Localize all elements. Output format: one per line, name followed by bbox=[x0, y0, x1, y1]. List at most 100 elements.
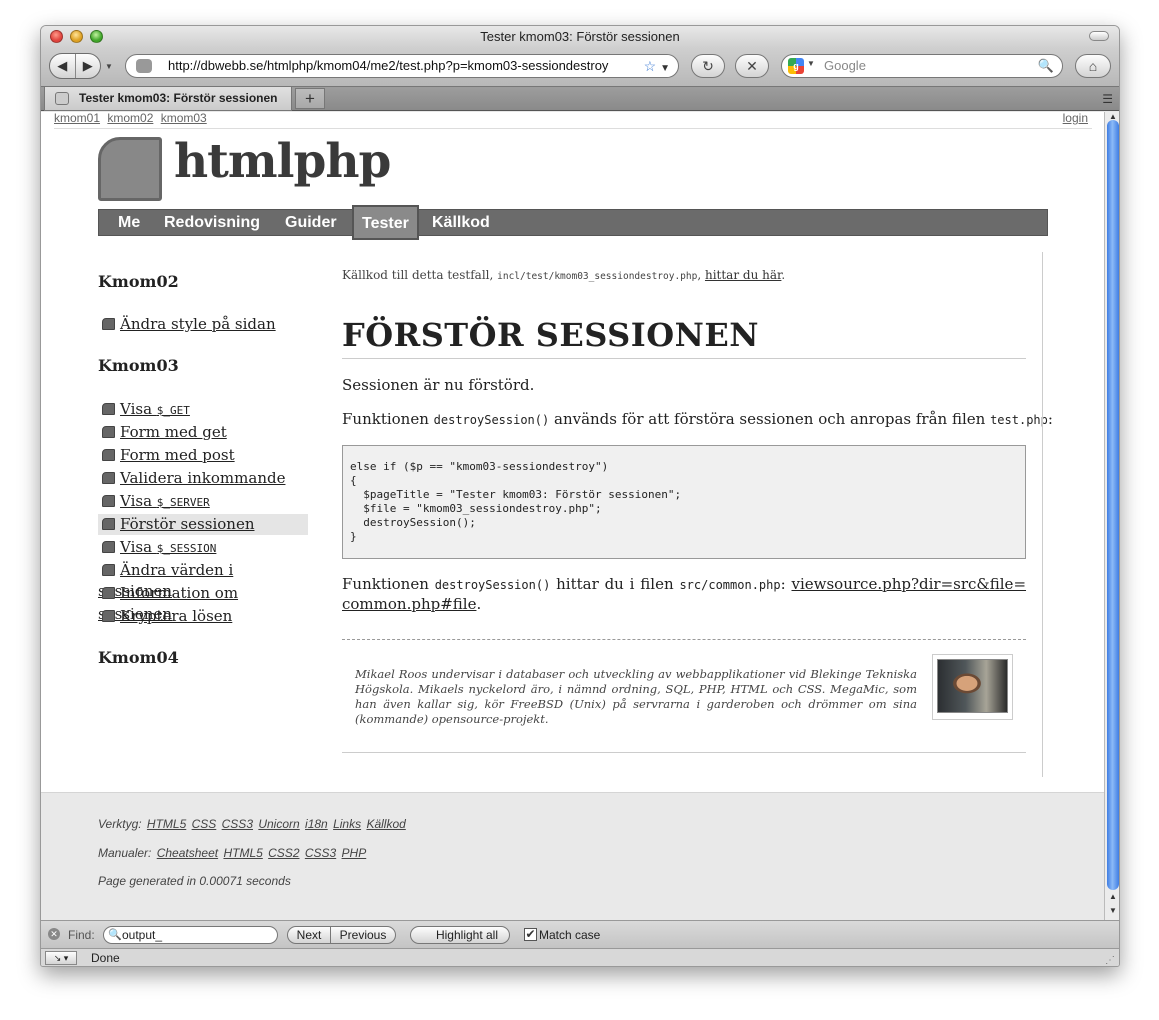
site-title[interactable]: htmlphp bbox=[174, 134, 391, 189]
status-bar: ↘ ▾ Done ⋰ bbox=[41, 948, 1119, 966]
page-content: kmom01 kmom02 kmom03 login htmlphp Me Re… bbox=[41, 112, 1104, 920]
url-dropdown-icon[interactable]: ▼ bbox=[660, 63, 670, 74]
match-case-checkbox[interactable]: ✔ bbox=[524, 928, 537, 941]
author-photo bbox=[932, 654, 1013, 720]
menu-item-tester[interactable]: Tester bbox=[352, 205, 419, 240]
home-button[interactable]: ⌂ bbox=[1075, 54, 1111, 78]
sidebar-item-andra-style[interactable]: Ändra style på sidan bbox=[98, 314, 308, 335]
column-divider bbox=[1042, 252, 1043, 777]
sidebar-item-information[interactable]: Information om sessionen bbox=[98, 583, 308, 623]
find-label: Find: bbox=[68, 928, 95, 942]
stop-button[interactable]: ✕ bbox=[735, 54, 769, 78]
topnav-link-kmom02[interactable]: kmom02 bbox=[107, 112, 153, 125]
footer-link-css3-manual[interactable]: CSS3 bbox=[305, 846, 336, 860]
sidebar-item-form-get[interactable]: Form med get bbox=[98, 422, 308, 443]
vertical-scrollbar[interactable]: ▲ ▲ ▼ bbox=[1104, 112, 1119, 920]
divider bbox=[342, 639, 1026, 640]
page-icon bbox=[102, 495, 115, 507]
page-icon bbox=[102, 541, 115, 553]
close-find-bar-icon[interactable]: ✕ bbox=[48, 928, 60, 940]
footer-link-unicorn[interactable]: Unicorn bbox=[258, 817, 299, 831]
reload-button[interactable]: ↻ bbox=[691, 54, 725, 78]
zoom-window-button[interactable] bbox=[90, 30, 103, 43]
site-logo-icon[interactable] bbox=[98, 137, 162, 201]
sidebar-item-visa-session[interactable]: Visa $_SESSION bbox=[98, 537, 308, 558]
page-icon bbox=[102, 403, 115, 415]
footer-link-css3[interactable]: CSS3 bbox=[222, 817, 253, 831]
code-block: else if ($p == "kmom03-sessiondestroy") … bbox=[342, 445, 1026, 559]
login-link[interactable]: login bbox=[1063, 112, 1088, 125]
footer-link-i18n[interactable]: i18n bbox=[305, 817, 328, 831]
menu-item-redovisning[interactable]: Redovisning bbox=[164, 210, 260, 235]
source-file: incl/test/kmom03_sessiondestroy.php bbox=[497, 271, 698, 282]
footer-link-html5-manual[interactable]: HTML5 bbox=[223, 846, 262, 860]
tab-bar: Tester kmom03: Förstör sessionen + ☰ bbox=[41, 86, 1119, 111]
sidebar-item-kryptera[interactable]: Kryptera lösen bbox=[98, 606, 308, 627]
menu-item-me[interactable]: Me bbox=[118, 210, 140, 235]
menu-item-kallkod[interactable]: Källkod bbox=[432, 210, 490, 235]
scroll-up-icon[interactable]: ▲ bbox=[1105, 892, 1119, 901]
footer-link-html5[interactable]: HTML5 bbox=[147, 817, 186, 831]
topnav-link-kmom03[interactable]: kmom03 bbox=[161, 112, 207, 125]
sidebar-item-forstor-sessionen[interactable]: Förstör sessionen bbox=[98, 514, 308, 535]
search-input[interactable]: Google bbox=[824, 55, 866, 77]
engine-dropdown-icon[interactable]: ▼ bbox=[807, 59, 815, 68]
find-previous-button[interactable]: Previous bbox=[330, 926, 396, 944]
page-icon bbox=[102, 472, 115, 484]
back-button[interactable]: ◀ bbox=[50, 54, 76, 78]
toolbar-toggle-button[interactable] bbox=[1089, 31, 1109, 41]
close-window-button[interactable] bbox=[50, 30, 63, 43]
resize-grip-icon[interactable]: ⋰ bbox=[1105, 951, 1115, 966]
footer-manuals: Manualer: Cheatsheet HTML5 CSS2 CSS3 PHP bbox=[98, 846, 367, 860]
page-icon bbox=[102, 564, 115, 576]
history-dropdown-icon[interactable]: ▼ bbox=[105, 62, 113, 71]
forward-button[interactable]: ▶ bbox=[76, 54, 101, 78]
page-icon bbox=[102, 610, 115, 622]
back-forward-group: ◀ ▶ bbox=[49, 53, 101, 79]
location-paragraph: Funktionen destroySession() hittar du i … bbox=[342, 575, 1027, 613]
footer-link-css2[interactable]: CSS2 bbox=[268, 846, 299, 860]
bookmark-star-icon[interactable]: ☆ bbox=[644, 58, 657, 74]
sidebar-item-andra-varden[interactable]: Ändra värden i sessionen bbox=[98, 560, 308, 600]
page-footer: Verktyg: HTML5 CSS CSS3 Unicorn i18n Lin… bbox=[41, 792, 1104, 920]
google-engine-icon[interactable]: g bbox=[788, 58, 804, 74]
footer-link-cheatsheet[interactable]: Cheatsheet bbox=[157, 846, 218, 860]
footer-link-kallkod[interactable]: Källkod bbox=[366, 817, 405, 831]
search-bar[interactable]: g ▼ Google 🔍 bbox=[781, 54, 1063, 78]
highlight-all-button[interactable]: Highlight all bbox=[410, 926, 510, 944]
url-text[interactable]: http://dbwebb.se/htmlphp/kmom04/me2/test… bbox=[168, 58, 608, 73]
minimize-window-button[interactable] bbox=[70, 30, 83, 43]
footer-link-css[interactable]: CSS bbox=[192, 817, 217, 831]
sidebar-item-validera[interactable]: Validera inkommande bbox=[98, 468, 308, 489]
function-paragraph: Funktionen destroySession() används för … bbox=[342, 410, 1053, 428]
sidebar-item-form-post[interactable]: Form med post bbox=[98, 445, 308, 466]
find-next-button[interactable]: Next bbox=[287, 926, 331, 944]
footer-link-php[interactable]: PHP bbox=[342, 846, 367, 860]
url-bar-icons: ☆ ▼ bbox=[641, 55, 670, 77]
divider bbox=[342, 752, 1026, 753]
scroll-down-icon[interactable]: ▼ bbox=[1105, 906, 1119, 915]
footer-tools: Verktyg: HTML5 CSS CSS3 Unicorn i18n Lin… bbox=[98, 817, 406, 831]
url-bar[interactable]: http://dbwebb.se/htmlphp/kmom04/me2/test… bbox=[125, 54, 679, 78]
tab-list-icon[interactable]: ☰ bbox=[1102, 92, 1113, 106]
new-tab-button[interactable]: + bbox=[295, 88, 325, 109]
footer-generated: Page generated in 0.00071 seconds bbox=[98, 874, 291, 888]
magnifier-icon: 🔍 bbox=[108, 929, 122, 941]
footer-link-links[interactable]: Links bbox=[333, 817, 361, 831]
status-paragraph: Sessionen är nu förstörd. bbox=[342, 376, 535, 394]
sidebar-item-visa-get[interactable]: Visa $_GET bbox=[98, 399, 308, 420]
page-icon bbox=[102, 426, 115, 438]
sidebar-item-visa-server[interactable]: Visa $_SERVER bbox=[98, 491, 308, 512]
page-icon bbox=[102, 318, 115, 330]
status-text: Done bbox=[91, 951, 120, 965]
topnav-link-kmom01[interactable]: kmom01 bbox=[54, 112, 100, 125]
page-icon bbox=[102, 587, 115, 599]
find-input[interactable]: 🔍 output_ bbox=[103, 926, 278, 944]
match-case-label[interactable]: Match case bbox=[539, 921, 600, 949]
tab-active[interactable]: Tester kmom03: Förstör sessionen bbox=[44, 87, 292, 111]
source-link[interactable]: hittar du här bbox=[705, 268, 781, 282]
search-icon[interactable]: 🔍 bbox=[1038, 55, 1054, 77]
status-menu-icon[interactable]: ↘ ▾ bbox=[45, 951, 77, 965]
scrollbar-thumb[interactable] bbox=[1107, 120, 1119, 890]
menu-item-guider[interactable]: Guider bbox=[285, 210, 337, 235]
